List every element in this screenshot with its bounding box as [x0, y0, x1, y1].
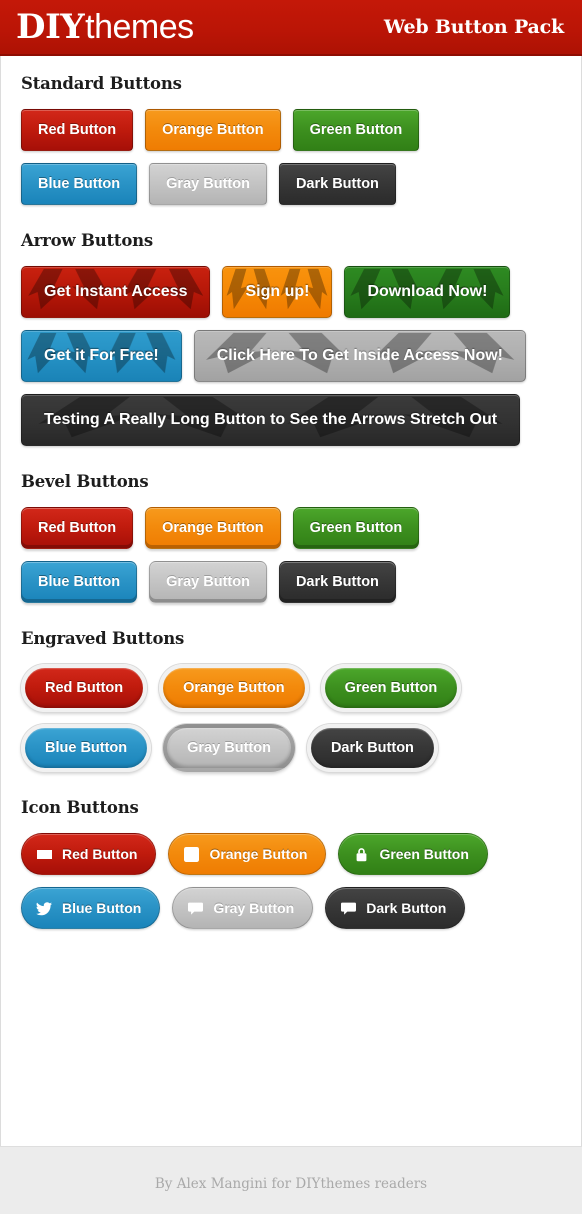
button-label: Blue Button	[38, 574, 121, 590]
standard-button-orange[interactable]: Orange Button	[145, 109, 281, 151]
button-label: Blue Button	[45, 740, 128, 756]
arrow-button-green[interactable]: Download Now!	[344, 266, 511, 318]
button-label: Orange Button	[209, 846, 308, 862]
button-label: Gray Button	[213, 900, 295, 916]
button-row: Red Button Orange Button Green Button	[21, 507, 561, 549]
engraved-button-red[interactable]: Red Button	[21, 664, 148, 712]
bevel-button-green[interactable]: Green Button	[292, 507, 420, 549]
arrow-button-orange[interactable]: Sign up!	[222, 266, 333, 318]
button-row: Blue Button Gray Button Dark Button	[21, 163, 561, 205]
engraved-button-blue[interactable]: Blue Button	[21, 724, 152, 772]
button-label: Green Button	[379, 846, 469, 862]
button-label: Get Instant Access	[44, 283, 188, 300]
engraved-button-orange[interactable]: Orange Button	[159, 664, 309, 712]
button-label: Dark Button	[295, 574, 379, 590]
button-label: Orange Button	[183, 680, 285, 696]
icon-button-gray[interactable]: Gray Button	[172, 887, 314, 929]
button-row: Get Instant Access Sign up! Download Now!	[21, 266, 561, 318]
button-row: Blue Button Gray Button Dark Button	[21, 724, 561, 772]
page-header: DIY themes Web Button Pack	[0, 0, 582, 56]
engraved-button-gray[interactable]: Gray Button	[163, 724, 295, 772]
button-label: Green Button	[344, 680, 438, 696]
button-row: Red Button Orange Button Green Button	[21, 109, 561, 151]
button-label: Testing A Really Long Button to See the …	[44, 411, 498, 428]
section-title-engraved: Engraved Buttons	[21, 629, 185, 648]
speech-bubble-icon	[187, 900, 204, 917]
section-title-standard: Standard Buttons	[21, 74, 182, 93]
section-standard: Standard Buttons Red Button Orange Button G…	[1, 74, 581, 205]
button-label: Orange Button	[162, 520, 264, 536]
button-label: Red Button	[62, 846, 138, 862]
bevel-button-orange[interactable]: Orange Button	[145, 507, 281, 549]
icon-button-red[interactable]: Red Button	[21, 833, 157, 875]
section-engraved: Engraved Buttons Red Button Orange Button G…	[1, 629, 581, 772]
web-button-pack-page: DIY themes Web Button Pack Standard Butto…	[0, 0, 582, 1214]
button-label: Red Button	[45, 680, 124, 696]
page-title: Web Button Pack	[383, 16, 564, 38]
button-label: Gray Button	[166, 176, 250, 192]
button-label: Red Button	[38, 122, 117, 138]
button-row: Get it For Free! Click Here To Get Inside…	[21, 330, 561, 382]
button-label: Click Here To Get Inside Access Now!	[216, 347, 503, 364]
button-row: Red Button Orange Button Green Button	[21, 833, 561, 875]
footer-credit: By Alex Mangini for DIYthemes readers	[154, 1175, 428, 1192]
button-label: Blue Button	[62, 900, 142, 916]
content-area: Standard Buttons Red Button Orange Button G…	[0, 56, 582, 1146]
arrow-button-blue[interactable]: Get it For Free!	[21, 330, 182, 382]
lock-icon	[353, 846, 370, 863]
button-label: Dark Button	[295, 176, 379, 192]
bevel-button-gray[interactable]: Gray Button	[149, 561, 267, 603]
tag-icon	[36, 846, 53, 863]
engraved-button-dark[interactable]: Dark Button	[306, 724, 438, 772]
twitter-bird-icon	[36, 900, 53, 917]
button-row: Blue Button Gray Button Dark Button	[21, 561, 561, 603]
section-title-bevel: Bevel Buttons	[21, 472, 149, 491]
page-footer: By Alex Mangini for DIYthemes readers	[0, 1146, 582, 1214]
button-label: Green Button	[309, 520, 403, 536]
icon-button-dark[interactable]: Dark Button	[325, 887, 466, 929]
button-label: Gray Button	[166, 574, 250, 590]
arrow-button-red[interactable]: Get Instant Access	[21, 266, 211, 318]
icon-button-green[interactable]: Green Button	[338, 833, 488, 875]
button-label: Dark Button	[366, 900, 447, 916]
button-row: Red Button Orange Button Green Button	[21, 664, 561, 712]
section-title-arrow: Arrow Buttons	[21, 231, 154, 250]
diythemes-logo[interactable]: DIY themes	[16, 10, 194, 44]
button-label: Download Now!	[367, 283, 488, 300]
standard-button-green[interactable]: Green Button	[292, 109, 420, 151]
section-bevel: Bevel Buttons Red Button Orange Button Gree…	[1, 472, 581, 603]
logo-themes-text: themes	[85, 8, 194, 46]
standard-button-red[interactable]: Red Button	[21, 109, 134, 151]
button-label: Red Button	[38, 520, 117, 536]
bevel-button-dark[interactable]: Dark Button	[278, 561, 396, 603]
logo-diy-text: DIY	[16, 7, 85, 47]
bevel-button-red[interactable]: Red Button	[21, 507, 134, 549]
speech-bubble-icon	[340, 900, 357, 917]
standard-button-gray[interactable]: Gray Button	[149, 163, 267, 205]
button-label: Sign up!	[245, 283, 310, 300]
standard-button-blue[interactable]: Blue Button	[21, 163, 138, 205]
icon-button-blue[interactable]: Blue Button	[21, 887, 161, 929]
icon-button-orange[interactable]: Orange Button	[168, 833, 327, 875]
rss-icon	[183, 846, 200, 863]
engraved-button-green[interactable]: Green Button	[320, 664, 462, 712]
arrow-button-dark[interactable]: Testing A Really Long Button to See the …	[21, 394, 521, 446]
button-row: Testing A Really Long Button to See the …	[21, 394, 561, 446]
section-title-icon: Icon Buttons	[21, 798, 139, 817]
button-label: Dark Button	[330, 740, 414, 756]
button-label: Gray Button	[187, 740, 271, 756]
button-row: Blue Button Gray Button Dark Button	[21, 887, 561, 929]
button-label: Blue Button	[38, 176, 121, 192]
button-label: Orange Button	[162, 122, 264, 138]
arrow-button-gray[interactable]: Click Here To Get Inside Access Now!	[193, 330, 526, 382]
button-label: Get it For Free!	[44, 347, 159, 364]
section-icon: Icon Buttons Red Button Orange Button Green…	[1, 798, 581, 929]
bevel-button-blue[interactable]: Blue Button	[21, 561, 138, 603]
section-arrow: Arrow Buttons Get Instant Access Sign up! D…	[1, 231, 581, 446]
standard-button-dark[interactable]: Dark Button	[278, 163, 396, 205]
button-label: Green Button	[309, 122, 403, 138]
